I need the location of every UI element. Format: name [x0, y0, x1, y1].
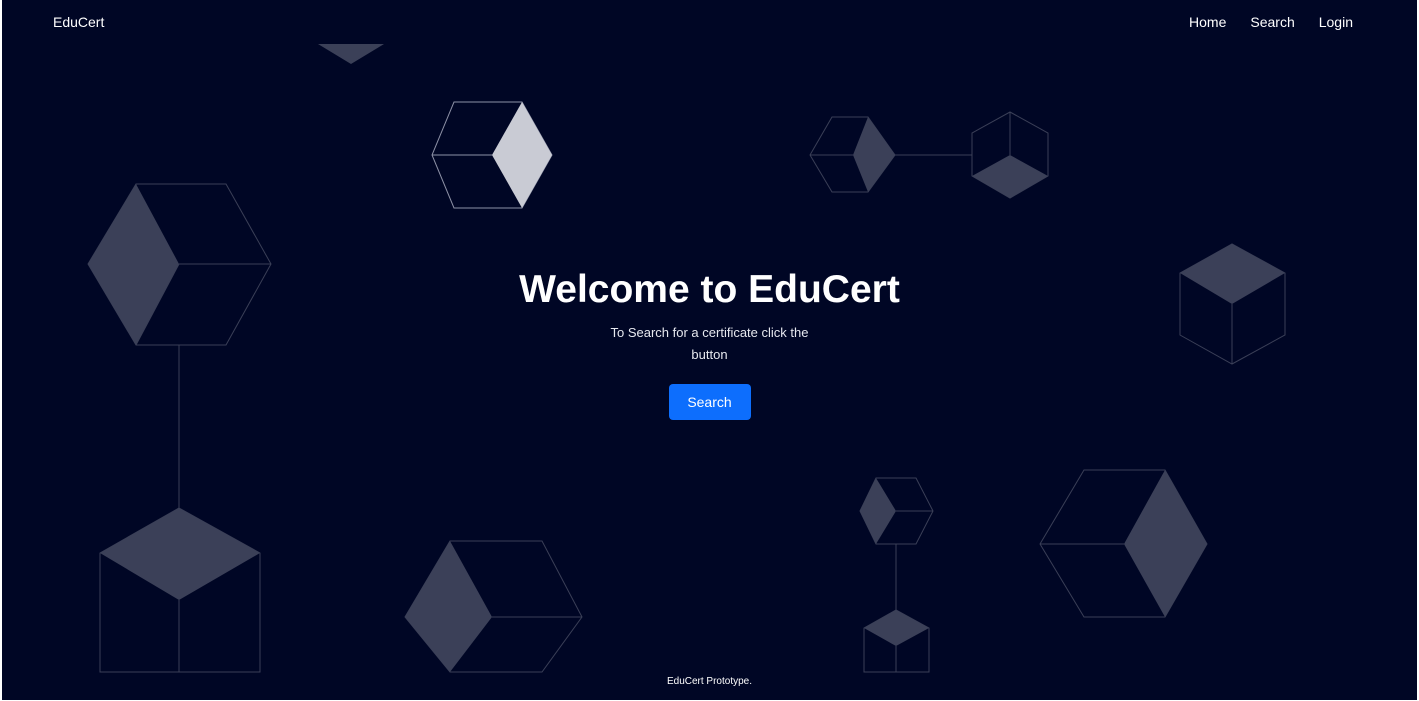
cube-decoration [863, 609, 930, 673]
nav-link-home[interactable]: Home [1189, 14, 1226, 30]
search-button[interactable]: Search [668, 384, 751, 420]
cube-decoration [1039, 469, 1208, 618]
hero-subtitle: To Search for a certificate click the bu… [610, 325, 809, 362]
triangle-decoration [318, 44, 384, 64]
page-title: Welcome to EduCert [519, 268, 900, 311]
cube-decoration [971, 111, 1049, 199]
cube-decoration [431, 101, 553, 209]
nav-links: Home Search Login [1189, 14, 1353, 30]
brand-logo-link[interactable]: EduCert [53, 14, 104, 30]
cube-decoration [859, 477, 934, 545]
cube-decoration [99, 507, 261, 673]
nav-link-search[interactable]: Search [1250, 14, 1294, 30]
nav-link-login[interactable]: Login [1319, 14, 1353, 30]
hero-section: Welcome to EduCert To Search for a certi… [2, 262, 1417, 420]
cube-decoration [404, 540, 583, 673]
landing-page: EduCert Home Search Login Welcome to Edu… [2, 0, 1417, 700]
footer-text: EduCert Prototype. [666, 676, 753, 687]
cube-decoration [809, 116, 896, 193]
top-navbar: EduCert Home Search Login [2, 0, 1417, 44]
